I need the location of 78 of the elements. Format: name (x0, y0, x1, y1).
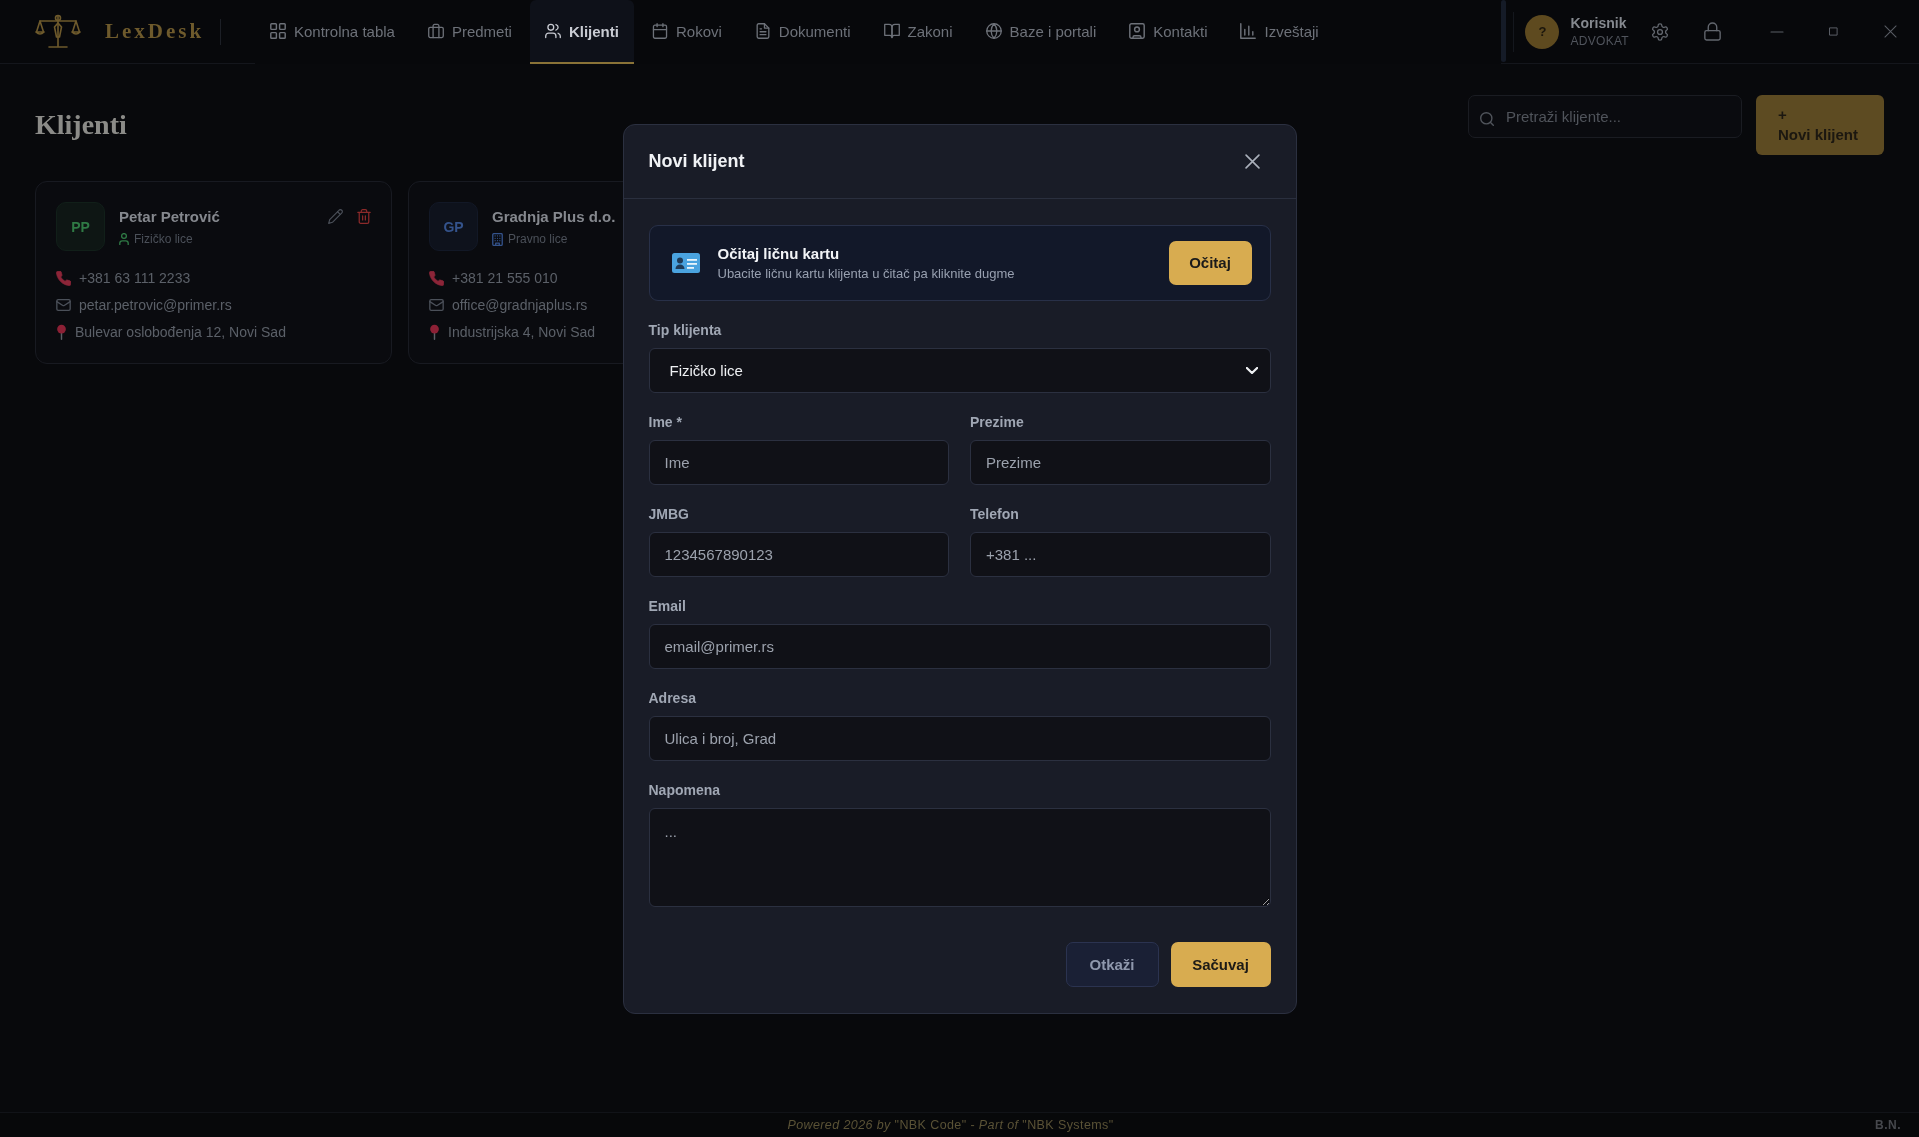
author-initials: B.N. (1875, 1118, 1901, 1132)
pencil-icon[interactable] (328, 209, 343, 224)
nav-tab[interactable]: Zakoni (868, 0, 968, 64)
search-field[interactable]: Pretraži klijente... (1468, 95, 1742, 138)
dialog-title: Novi klijent (648, 150, 745, 172)
phone-number: +381 21 555 010 (452, 269, 558, 288)
app-logo-text: LexDesk (105, 19, 205, 44)
cancel-button[interactable]: Otkaži (1065, 941, 1159, 987)
street-address: Bulevar oslobođenja 12, Novi Sad (75, 323, 286, 342)
input-field[interactable]: Ime (648, 439, 949, 485)
person-icon (119, 233, 129, 245)
grid-icon (270, 23, 286, 39)
client-type: Fizičko lice (134, 232, 193, 246)
envelope-icon (56, 299, 71, 311)
user-avatar[interactable]: ? (1525, 14, 1560, 49)
users-icon (544, 23, 561, 39)
field-label: JMBG (648, 504, 689, 523)
user-name: Korisnik (1570, 15, 1627, 31)
scales-of-justice-icon (35, 14, 81, 49)
user-role: ADVOKAT (1570, 34, 1629, 48)
map-pin-icon (56, 324, 67, 340)
field-label: Prezime (970, 412, 1024, 431)
client-avatar: GP (429, 202, 478, 251)
settings-icon[interactable] (1651, 22, 1669, 41)
phone-icon (429, 270, 444, 286)
lock-icon[interactable] (1704, 22, 1721, 41)
nav-tab[interactable]: Predmeti (412, 0, 527, 64)
client-card[interactable]: PP Petar Petrović Fizičko lice +381 63 111 2233 petar.petrovic@primer.rs Bulevar oslobođenja 12, Novi Sad (35, 181, 392, 364)
input-field[interactable]: +381 ... (970, 531, 1271, 577)
field-label: Tip klijenta (648, 320, 722, 339)
field-label: Adresa (648, 688, 696, 707)
nav-tab[interactable]: Rokovi (636, 0, 737, 64)
nav-tab[interactable]: Baze i portali (970, 0, 1112, 64)
globe-icon (985, 23, 1002, 39)
save-button[interactable]: Sačuvaj (1170, 941, 1271, 987)
input-field[interactable]: Ulica i broj, Grad (648, 715, 1271, 761)
nav-tab[interactable]: Kontakti (1114, 0, 1223, 64)
street-address: Industrijska 4, Novi Sad (448, 323, 596, 342)
field-label: Email (648, 596, 686, 615)
phone-icon (56, 270, 71, 286)
document-icon (754, 23, 771, 39)
close-icon[interactable] (1244, 153, 1260, 169)
calendar-icon (651, 23, 668, 39)
new-client-button[interactable]: + Novi klijent (1756, 95, 1884, 155)
trash-icon[interactable] (357, 209, 371, 224)
nav-tab[interactable]: Kontrolna tabla (255, 0, 410, 64)
field-label: Telefon (970, 504, 1019, 523)
phone-number: +381 63 111 2233 (79, 269, 191, 288)
id-card-icon (671, 252, 700, 273)
footer-credit: Powered 2026 by "NBK Code" - Part of "NBK Systems" (787, 1118, 1114, 1132)
input-field[interactable]: Prezime (970, 439, 1271, 485)
input-field[interactable]: 1234567890123 (648, 531, 949, 577)
client-avatar: PP (56, 202, 105, 251)
read-card-button[interactable]: Očitaj (1168, 240, 1252, 285)
envelope-icon (429, 299, 444, 311)
page-title: Klijenti (35, 108, 127, 142)
client-name: Gradnja Plus d.o. (492, 207, 616, 227)
map-pin-icon (429, 324, 440, 340)
briefcase-icon (427, 23, 444, 39)
nav-tab[interactable]: Klijenti (529, 0, 634, 64)
field-label: Napomena (648, 780, 721, 799)
email-address: petar.petrovic@primer.rs (79, 296, 232, 315)
contact-card-icon (1129, 23, 1146, 39)
client-type: Pravno lice (508, 232, 568, 246)
chevron-down-icon (1245, 366, 1258, 374)
field-label: Ime * (648, 412, 682, 431)
input-field[interactable]: email@primer.rs (648, 623, 1271, 669)
email-address: office@gradnjaplus.rs (452, 296, 588, 315)
bar-chart-icon (1240, 23, 1257, 39)
open-book-icon (883, 23, 900, 39)
textarea-field[interactable]: ... (648, 807, 1271, 907)
building-icon (492, 232, 503, 246)
maximize-icon[interactable] (1829, 27, 1838, 36)
nav-tab[interactable]: Izveštaji (1225, 0, 1334, 64)
client-name: Petar Petrović (119, 207, 220, 227)
nav-tab[interactable]: Dokumenti (739, 0, 866, 64)
search-icon (1480, 112, 1494, 126)
dropdown-field[interactable]: Fizičko lice (648, 347, 1271, 393)
